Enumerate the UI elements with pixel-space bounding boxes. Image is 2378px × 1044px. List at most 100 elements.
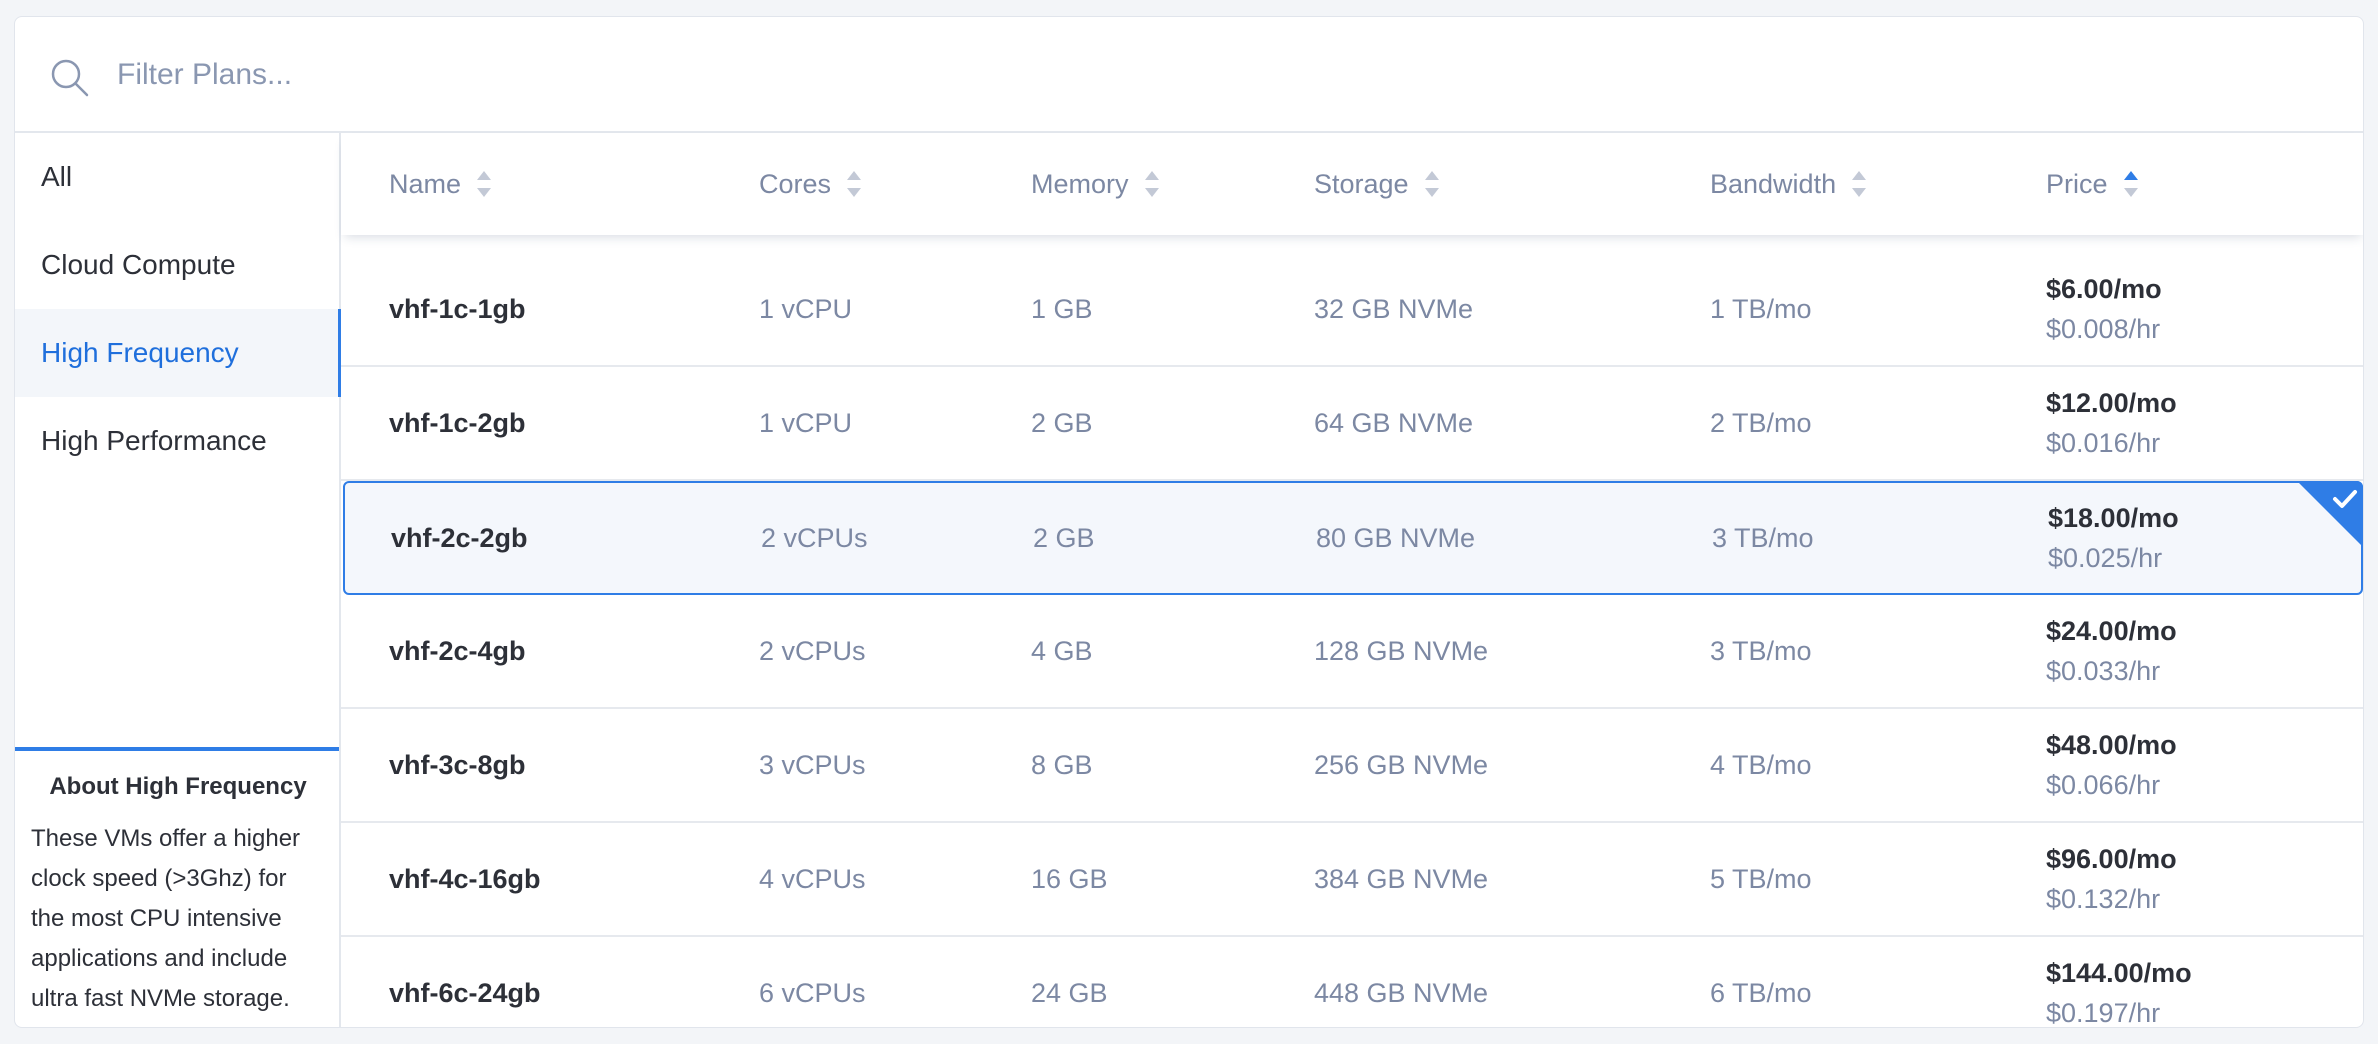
cell-storage: 64 GB NVMe <box>1314 407 1474 438</box>
cell-bandwidth: 2 TB/mo <box>1710 407 1812 438</box>
column-header-label: Price <box>2046 168 2108 199</box>
table-row[interactable]: vhf-1c-2gb 1 vCPU 2 GB 64 GB NVMe 2 TB/mo $12… <box>341 367 2363 481</box>
cell-memory: 1 GB <box>1031 293 1093 324</box>
cell-name: vhf-6c-24gb <box>389 977 541 1008</box>
category-sidebar: All Cloud Compute High Frequency High Pe… <box>15 133 341 1027</box>
cell-name: vhf-2c-2gb <box>391 522 528 553</box>
table-row[interactable]: vhf-4c-16gb 4 vCPUs 16 GB 384 GB NVMe 5 TB/m… <box>341 823 2363 937</box>
column-header-memory[interactable]: Memory <box>1031 133 1159 235</box>
about-title: About High Frequency <box>49 773 307 800</box>
table-row[interactable]: vhf-6c-24gb 6 vCPUs 24 GB 448 GB NVMe 6 TB/m… <box>341 937 2363 1028</box>
price-monthly: $48.00/mo <box>2046 730 2177 760</box>
cell-price: $12.00/mo $0.016/hr <box>2046 367 2177 479</box>
cell-price: $6.00/mo $0.008/hr <box>2046 253 2162 365</box>
column-header-price[interactable]: Price <box>2046 133 2138 235</box>
cell-storage: 128 GB NVMe <box>1314 635 1489 666</box>
column-header-storage[interactable]: Storage <box>1314 133 1439 235</box>
price-monthly: $144.00/mo <box>2046 958 2192 988</box>
cell-cores: 4 vCPUs <box>759 863 866 894</box>
category-high-frequency[interactable]: High Frequency <box>15 309 341 397</box>
cell-memory: 8 GB <box>1031 749 1093 780</box>
sort-icon <box>1852 171 1867 197</box>
table-row-selected[interactable]: vhf-2c-2gb 2 vCPUs 2 GB 80 GB NVMe 3 TB/mo $1… <box>343 481 2363 595</box>
price-hourly: $0.033/hr <box>2046 656 2161 686</box>
sort-icon <box>1424 171 1439 197</box>
price-hourly: $0.025/hr <box>2048 543 2163 573</box>
cell-cores: 2 vCPUs <box>761 522 868 553</box>
filter-plans-input[interactable] <box>117 43 1917 107</box>
table-row[interactable]: vhf-3c-8gb 3 vCPUs 8 GB 256 GB NVMe 4 TB/mo $… <box>341 709 2363 823</box>
cell-cores: 1 vCPU <box>759 407 853 438</box>
cell-bandwidth: 5 TB/mo <box>1710 863 1812 894</box>
cell-name: vhf-1c-1gb <box>389 293 526 324</box>
cell-memory: 2 GB <box>1033 522 1095 553</box>
price-hourly: $0.066/hr <box>2046 770 2161 800</box>
filter-bar <box>15 17 2363 133</box>
cell-bandwidth: 6 TB/mo <box>1710 977 1812 1008</box>
price-hourly: $0.016/hr <box>2046 428 2161 458</box>
column-header-label: Storage <box>1314 168 1409 199</box>
cell-bandwidth: 3 TB/mo <box>1710 635 1812 666</box>
table-row[interactable]: vhf-1c-1gb 1 vCPU 1 GB 32 GB NVMe 1 TB/mo $6.… <box>341 253 2363 367</box>
cell-memory: 2 GB <box>1031 407 1093 438</box>
cell-storage: 384 GB NVMe <box>1314 863 1489 894</box>
column-header-label: Bandwidth <box>1710 168 1837 199</box>
category-label: Cloud Compute <box>41 249 236 280</box>
table-row[interactable]: vhf-2c-4gb 2 vCPUs 4 GB 128 GB NVMe 3 TB/mo $… <box>341 595 2363 709</box>
about-section: About High Frequency These VMs offer a h… <box>15 747 339 1027</box>
category-label: All <box>41 161 73 192</box>
cell-name: vhf-1c-2gb <box>389 407 526 438</box>
category-label: High Frequency <box>41 337 239 368</box>
cell-name: vhf-2c-4gb <box>389 635 526 666</box>
cell-price: $144.00/mo $0.197/hr <box>2046 937 2192 1028</box>
cell-storage: 256 GB NVMe <box>1314 749 1489 780</box>
category-cloud-compute[interactable]: Cloud Compute <box>15 221 339 309</box>
sort-ascending-icon <box>2123 171 2138 197</box>
cell-bandwidth: 1 TB/mo <box>1710 293 1812 324</box>
plan-picker-panel: All Cloud Compute High Frequency High Pe… <box>14 16 2364 1028</box>
cell-price: $96.00/mo $0.132/hr <box>2046 823 2177 935</box>
cell-storage: 80 GB NVMe <box>1316 522 1476 553</box>
column-header-name[interactable]: Name <box>389 133 492 235</box>
column-header-label: Cores <box>759 168 832 199</box>
plans-table: Name Cores Memory Storage Bandwidth Pric… <box>341 133 2363 1028</box>
price-monthly: $6.00/mo <box>2046 274 2162 304</box>
category-label: High Performance <box>41 425 267 456</box>
cell-storage: 448 GB NVMe <box>1314 977 1489 1008</box>
price-hourly: $0.008/hr <box>2046 314 2161 344</box>
price-monthly: $96.00/mo <box>2046 844 2177 874</box>
cell-memory: 16 GB <box>1031 863 1108 894</box>
checkmark-icon <box>2297 481 2363 547</box>
cell-cores: 2 vCPUs <box>759 635 866 666</box>
cell-cores: 3 vCPUs <box>759 749 866 780</box>
price-monthly: $18.00/mo <box>2048 503 2179 533</box>
cell-storage: 32 GB NVMe <box>1314 293 1474 324</box>
search-icon <box>49 57 91 99</box>
about-description: These VMs offer a higher clock speed (>3… <box>31 825 301 1012</box>
cell-cores: 1 vCPU <box>759 293 853 324</box>
cell-memory: 24 GB <box>1031 977 1108 1008</box>
table-header: Name Cores Memory Storage Bandwidth Pric… <box>341 133 2363 235</box>
cell-memory: 4 GB <box>1031 635 1093 666</box>
category-all[interactable]: All <box>15 133 339 221</box>
price-monthly: $24.00/mo <box>2046 616 2177 646</box>
column-header-label: Memory <box>1031 168 1129 199</box>
cell-name: vhf-4c-16gb <box>389 863 541 894</box>
column-header-bandwidth[interactable]: Bandwidth <box>1710 133 1867 235</box>
cell-price: $48.00/mo $0.066/hr <box>2046 709 2177 821</box>
price-monthly: $12.00/mo <box>2046 388 2177 418</box>
cell-price: $18.00/mo $0.025/hr <box>2048 483 2179 593</box>
cell-bandwidth: 3 TB/mo <box>1712 522 1814 553</box>
sort-icon <box>847 171 862 197</box>
cell-bandwidth: 4 TB/mo <box>1710 749 1812 780</box>
sort-icon <box>1144 171 1159 197</box>
cell-price: $24.00/mo $0.033/hr <box>2046 595 2177 707</box>
cell-name: vhf-3c-8gb <box>389 749 526 780</box>
column-header-label: Name <box>389 168 462 199</box>
price-hourly: $0.197/hr <box>2046 998 2161 1028</box>
cell-cores: 6 vCPUs <box>759 977 866 1008</box>
sort-icon <box>477 171 492 197</box>
column-header-cores[interactable]: Cores <box>759 133 862 235</box>
price-hourly: $0.132/hr <box>2046 884 2161 914</box>
category-high-performance[interactable]: High Performance <box>15 397 339 485</box>
